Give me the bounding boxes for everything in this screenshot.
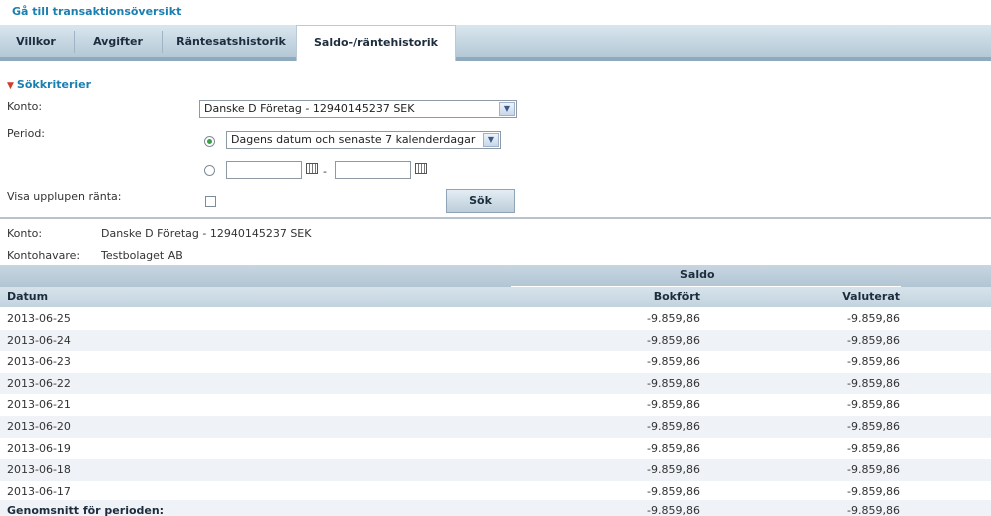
row-valuterat: -9.859,86 bbox=[847, 463, 900, 477]
row-date: 2013-06-17 bbox=[7, 484, 71, 498]
table-row: 2013-06-24 -9.859,86 -9.859,86 bbox=[0, 329, 991, 352]
calendar-icon[interactable] bbox=[306, 163, 318, 174]
row-valuterat: -9.859,86 bbox=[847, 441, 900, 455]
row-valuterat: -9.859,86 bbox=[847, 312, 900, 325]
table-row: 2013-06-19 -9.859,86 -9.859,86 bbox=[0, 438, 991, 460]
row-date: 2013-06-23 bbox=[7, 355, 71, 369]
search-criteria-title: Sökkriterier bbox=[16, 78, 92, 91]
row-date: 2013-06-25 bbox=[7, 312, 71, 325]
search-button[interactable]: Sök bbox=[446, 189, 515, 213]
period-preset-radio[interactable] bbox=[204, 136, 215, 147]
total-bokfort: -9.859,86 bbox=[647, 504, 700, 516]
row-valuterat: -9.859,86 bbox=[847, 333, 900, 347]
account-holder-label: Kontohavare: bbox=[7, 249, 81, 262]
row-bokfort: -9.859,86 bbox=[647, 312, 700, 325]
row-bokfort: -9.859,86 bbox=[647, 463, 700, 477]
tab-bar: Villkor Avgifter Räntesatshistorik Saldo… bbox=[0, 25, 991, 61]
saldo-group-label: Saldo bbox=[680, 268, 715, 281]
row-bokfort: -9.859,86 bbox=[647, 376, 700, 390]
konto-select-value: Danske D Företag - 12940145237 SEK bbox=[204, 102, 415, 115]
table-row: 2013-06-22 -9.859,86 -9.859,86 bbox=[0, 372, 991, 395]
collapse-triangle-icon: ▼ bbox=[7, 81, 14, 91]
row-bokfort: -9.859,86 bbox=[647, 484, 700, 498]
row-valuterat: -9.859,86 bbox=[847, 420, 900, 433]
chevron-down-icon: ▼ bbox=[499, 102, 515, 116]
table-row: 2013-06-18 -9.859,86 -9.859,86 bbox=[0, 459, 991, 481]
account-label: Konto: bbox=[7, 227, 43, 240]
date-range-separator: - bbox=[323, 165, 327, 178]
row-date: 2013-06-24 bbox=[7, 333, 71, 347]
accrued-interest-label: Visa upplupen ränta: bbox=[7, 190, 122, 203]
divider bbox=[0, 217, 991, 219]
row-valuterat: -9.859,86 bbox=[847, 398, 900, 412]
period-custom-radio[interactable] bbox=[204, 165, 215, 176]
table-row: 2013-06-21 -9.859,86 -9.859,86 bbox=[0, 394, 991, 416]
tab-divider bbox=[74, 31, 75, 53]
tab-rantesatshistorik[interactable]: Räntesatshistorik bbox=[166, 25, 296, 58]
accrued-interest-checkbox[interactable] bbox=[205, 196, 216, 207]
table-group-header bbox=[0, 265, 991, 287]
column-header-datum[interactable]: Datum bbox=[7, 290, 48, 303]
table-row: 2013-06-20 -9.859,86 -9.859,86 bbox=[0, 416, 991, 438]
account-holder-value: Testbolaget AB bbox=[101, 249, 183, 262]
total-label: Genomsnitt för perioden: bbox=[7, 504, 165, 516]
konto-select[interactable]: Danske D Företag - 12940145237 SEK ▼ bbox=[199, 100, 517, 118]
table-total-row: Genomsnitt för perioden: -9.859,86 -9.85… bbox=[0, 500, 991, 516]
konto-label: Konto: bbox=[7, 100, 43, 113]
table-row: 2013-06-25 -9.859,86 -9.859,86 bbox=[0, 308, 991, 330]
row-valuterat: -9.859,86 bbox=[847, 376, 900, 390]
date-to-input[interactable] bbox=[335, 161, 411, 179]
date-from-input[interactable] bbox=[226, 161, 302, 179]
period-select[interactable]: Dagens datum och senaste 7 kalenderdagar… bbox=[226, 131, 501, 149]
tab-divider bbox=[162, 31, 163, 53]
row-valuterat: -9.859,86 bbox=[847, 484, 900, 498]
row-date: 2013-06-20 bbox=[7, 420, 71, 433]
row-bokfort: -9.859,86 bbox=[647, 355, 700, 369]
row-bokfort: -9.859,86 bbox=[647, 420, 700, 433]
account-value: Danske D Företag - 12940145237 SEK bbox=[101, 227, 312, 240]
row-date: 2013-06-21 bbox=[7, 398, 71, 412]
row-date: 2013-06-19 bbox=[7, 441, 71, 455]
row-bokfort: -9.859,86 bbox=[647, 441, 700, 455]
row-bokfort: -9.859,86 bbox=[647, 333, 700, 347]
period-select-value: Dagens datum och senaste 7 kalenderdagar bbox=[231, 133, 476, 146]
column-header-bokfort[interactable]: Bokfört bbox=[654, 290, 700, 303]
table-row: 2013-06-23 -9.859,86 -9.859,86 bbox=[0, 351, 991, 373]
tab-villkor[interactable]: Villkor bbox=[6, 25, 66, 58]
row-date: 2013-06-18 bbox=[7, 463, 71, 477]
row-bokfort: -9.859,86 bbox=[647, 398, 700, 412]
column-header-valuterat[interactable]: Valuterat bbox=[842, 290, 900, 303]
row-date: 2013-06-22 bbox=[7, 376, 71, 390]
tab-saldo-rantehistorik[interactable]: Saldo-/räntehistorik bbox=[296, 25, 456, 61]
chevron-down-icon: ▼ bbox=[483, 133, 499, 147]
search-criteria-toggle[interactable]: ▼ Sökkriterier bbox=[7, 78, 91, 91]
total-valuterat: -9.859,86 bbox=[847, 504, 900, 516]
period-label: Period: bbox=[7, 127, 46, 140]
tab-avgifter[interactable]: Avgifter bbox=[80, 25, 156, 58]
calendar-icon[interactable] bbox=[415, 163, 427, 174]
row-valuterat: -9.859,86 bbox=[847, 355, 900, 369]
back-to-transactions-link[interactable]: Gå till transaktionsöversikt bbox=[12, 5, 181, 18]
